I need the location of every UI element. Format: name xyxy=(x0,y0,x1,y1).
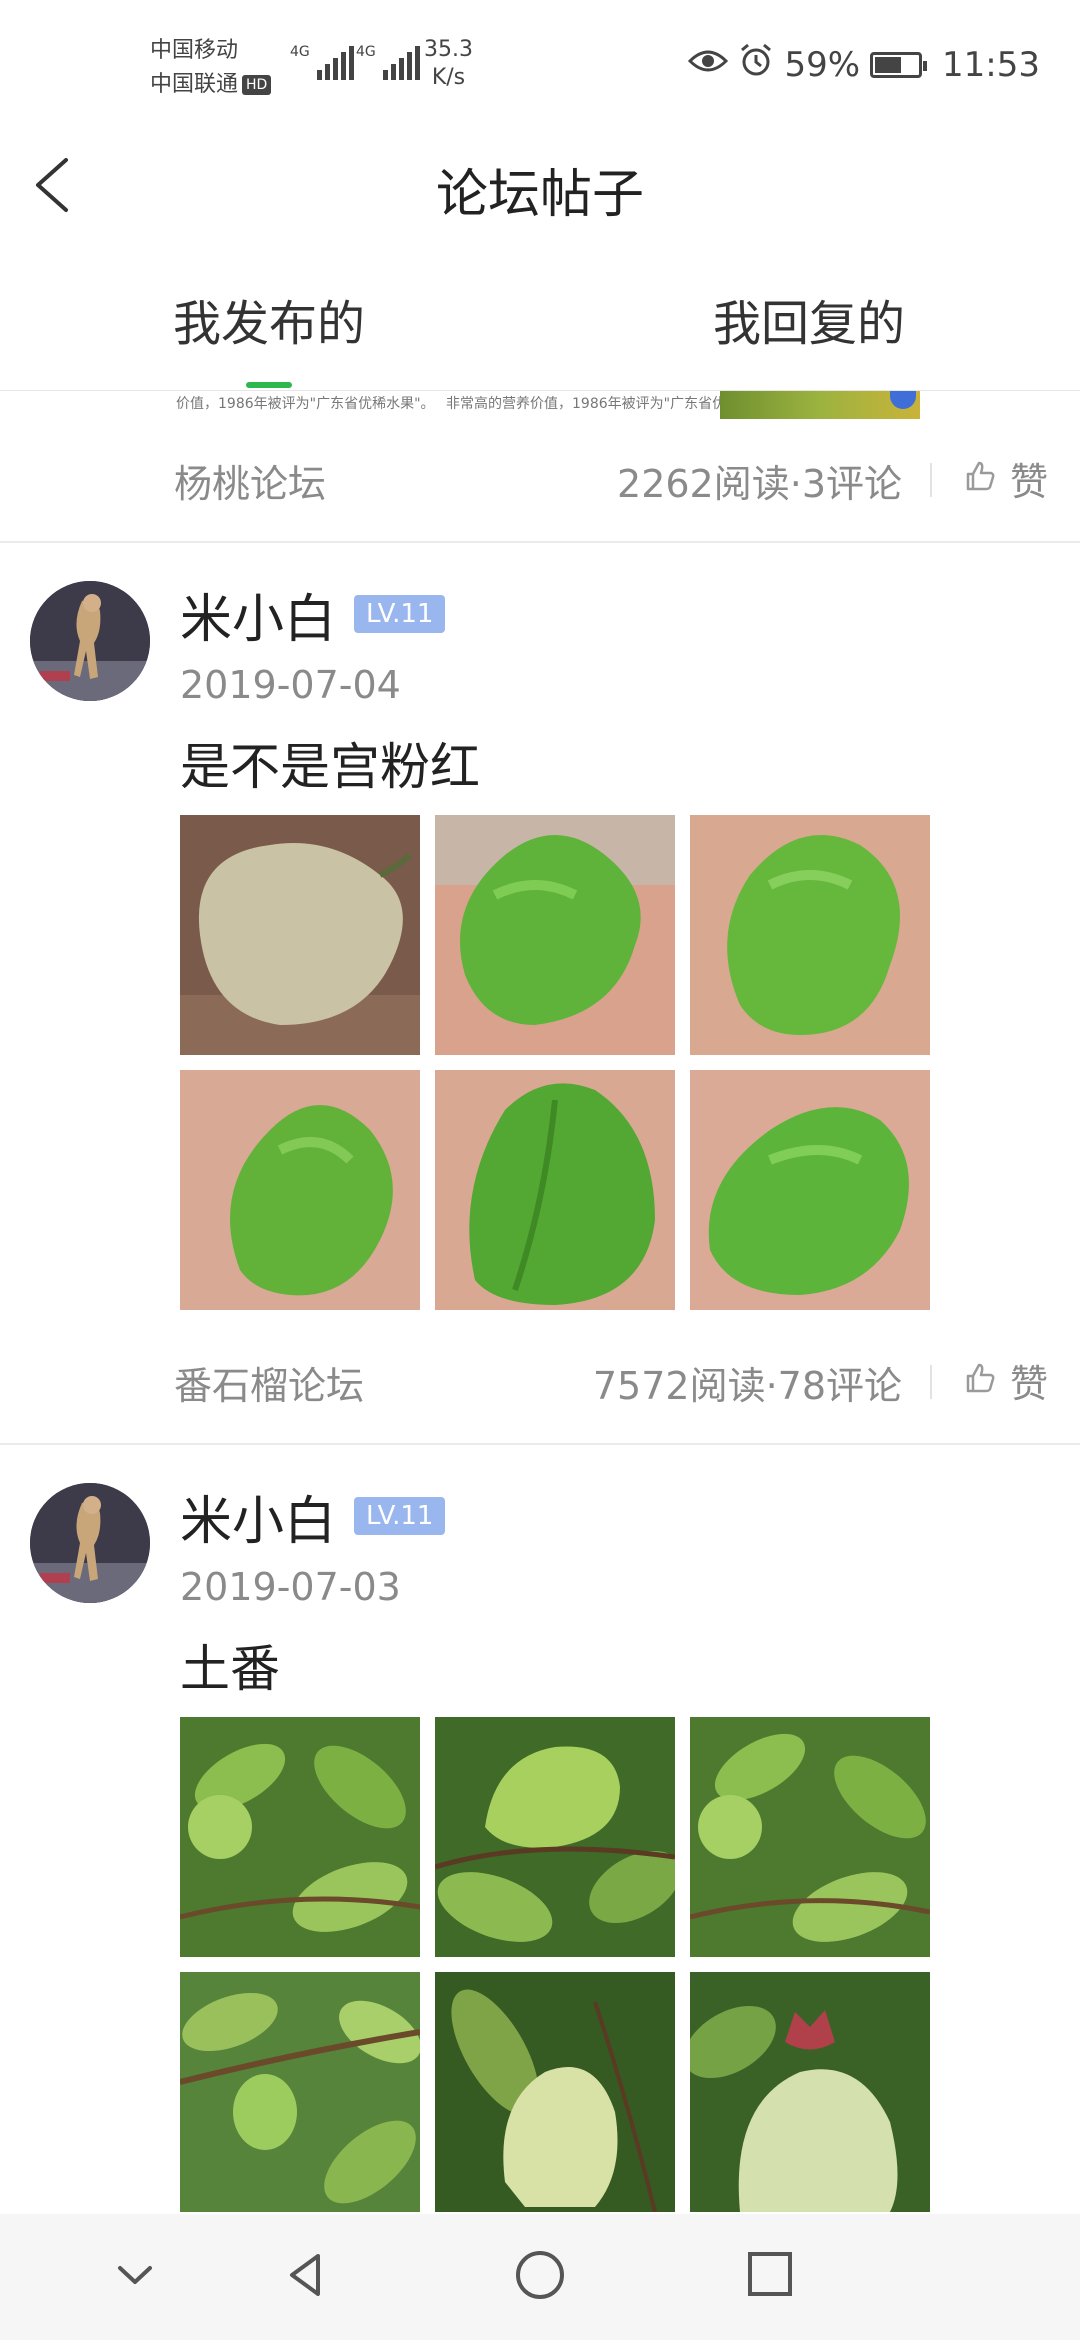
forum-name[interactable]: 杨桃论坛 xyxy=(174,453,326,508)
level-badge: LV.11 xyxy=(354,1497,446,1535)
post-image[interactable] xyxy=(180,815,420,1055)
thumbs-up-icon xyxy=(964,1359,996,1403)
post-card[interactable]: 米小白 LV.11 2019-07-03 土番 xyxy=(0,1445,1080,2214)
status-right: 59% 11:53 xyxy=(688,42,1040,87)
alarm-icon xyxy=(738,42,774,87)
signal-strength-2: 4G xyxy=(356,44,420,80)
level-badge: LV.11 xyxy=(354,595,446,633)
post-image-grid xyxy=(180,1717,940,2214)
footer-separator xyxy=(930,1365,932,1399)
clock: 11:53 xyxy=(942,44,1040,85)
post-feed[interactable]: 价值，1986年被评为"广东省优稀水果"。 非常高的营养价值，1986年被评为"… xyxy=(0,391,1080,2214)
post-image[interactable] xyxy=(180,1717,420,1957)
app-header: 论坛帖子 xyxy=(0,130,1080,240)
like-label: 赞 xyxy=(1009,460,1048,504)
post-image[interactable] xyxy=(435,1717,675,1957)
avatar[interactable] xyxy=(30,1483,150,1603)
post-image[interactable] xyxy=(435,815,675,1055)
post-image[interactable] xyxy=(690,1070,930,1310)
previous-post-content: 价值，1986年被评为"广东省优稀水果"。 非常高的营养价值，1986年被评为"… xyxy=(0,391,1080,419)
carrier-2: 中国联通 xyxy=(150,72,239,97)
post-footer: 番石榴论坛 7572阅读·78评论 赞 xyxy=(0,1335,1080,1425)
circle-home-icon[interactable] xyxy=(513,2250,567,2304)
carrier-1: 中国移动 xyxy=(150,38,239,63)
post-image[interactable] xyxy=(690,1717,930,1957)
eye-icon xyxy=(688,45,729,85)
post-image[interactable] xyxy=(690,815,930,1055)
like-button[interactable]: 赞 xyxy=(964,451,1048,506)
post-text[interactable]: 土番 xyxy=(180,1629,280,1701)
status-bar: 中国移动 中国联通 HD 4G 4G 35.3 K/s 59% 11:53 xyxy=(0,0,1080,130)
post-date: 2019-07-03 xyxy=(180,1565,401,1609)
post-text[interactable]: 是不是宫粉红 xyxy=(180,727,480,799)
post-stats: 7572阅读·78评论 xyxy=(592,1364,902,1408)
forum-name[interactable]: 番石榴论坛 xyxy=(174,1355,364,1410)
username[interactable]: 米小白 xyxy=(180,1479,336,1554)
previous-post-snippet-right: 非常高的营养价值，1986年被评为"广东省优 xyxy=(446,396,727,412)
chevron-down-icon[interactable] xyxy=(110,2250,160,2300)
network-type-2: 4G xyxy=(356,44,376,60)
square-recents-icon[interactable] xyxy=(745,2250,795,2300)
tab-bar: 我发布的 我回复的 xyxy=(0,270,1080,391)
post-date: 2019-07-04 xyxy=(180,663,401,707)
post-image[interactable] xyxy=(435,1070,675,1310)
previous-post-snippet-left: 价值，1986年被评为"广东省优稀水果"。 xyxy=(176,396,435,412)
thumbs-up-icon xyxy=(964,457,996,501)
tab-my-posts[interactable]: 我发布的 xyxy=(104,284,434,354)
battery-percent: 59% xyxy=(784,44,861,85)
hd-badge: HD xyxy=(242,75,272,95)
post-image-grid xyxy=(180,815,940,1315)
post-image[interactable] xyxy=(180,1070,420,1310)
network-speed: 35.3 K/s xyxy=(424,36,473,92)
post-image[interactable] xyxy=(690,1972,930,2212)
page-title: 论坛帖子 xyxy=(435,165,644,225)
like-button[interactable]: 赞 xyxy=(964,1353,1048,1408)
username[interactable]: 米小白 xyxy=(180,577,336,652)
post-card[interactable]: 米小白 LV.11 2019-07-04 是不是宫粉红 xyxy=(0,543,1080,1310)
speed-value: 35.3 xyxy=(424,37,473,62)
carrier-info: 中国移动 中国联通 HD xyxy=(150,34,272,102)
tab-my-replies[interactable]: 我回复的 xyxy=(644,284,974,354)
post-stats: 2262阅读·3评论 xyxy=(617,462,902,506)
active-tab-indicator xyxy=(246,382,292,388)
previous-post-footer: 杨桃论坛 2262阅读·3评论 赞 xyxy=(0,433,1080,523)
triangle-back-icon[interactable] xyxy=(282,2250,332,2300)
like-label: 赞 xyxy=(1009,1362,1048,1406)
speed-unit: K/s xyxy=(431,65,466,90)
footer-separator xyxy=(930,463,932,497)
post-image[interactable] xyxy=(180,1972,420,2212)
avatar[interactable] xyxy=(30,581,150,701)
system-nav-bar xyxy=(0,2214,1080,2340)
post-image[interactable] xyxy=(435,1972,675,2212)
signal-strength-1: 4G xyxy=(290,44,354,80)
battery-icon xyxy=(870,51,928,78)
network-type-1: 4G xyxy=(290,44,310,60)
